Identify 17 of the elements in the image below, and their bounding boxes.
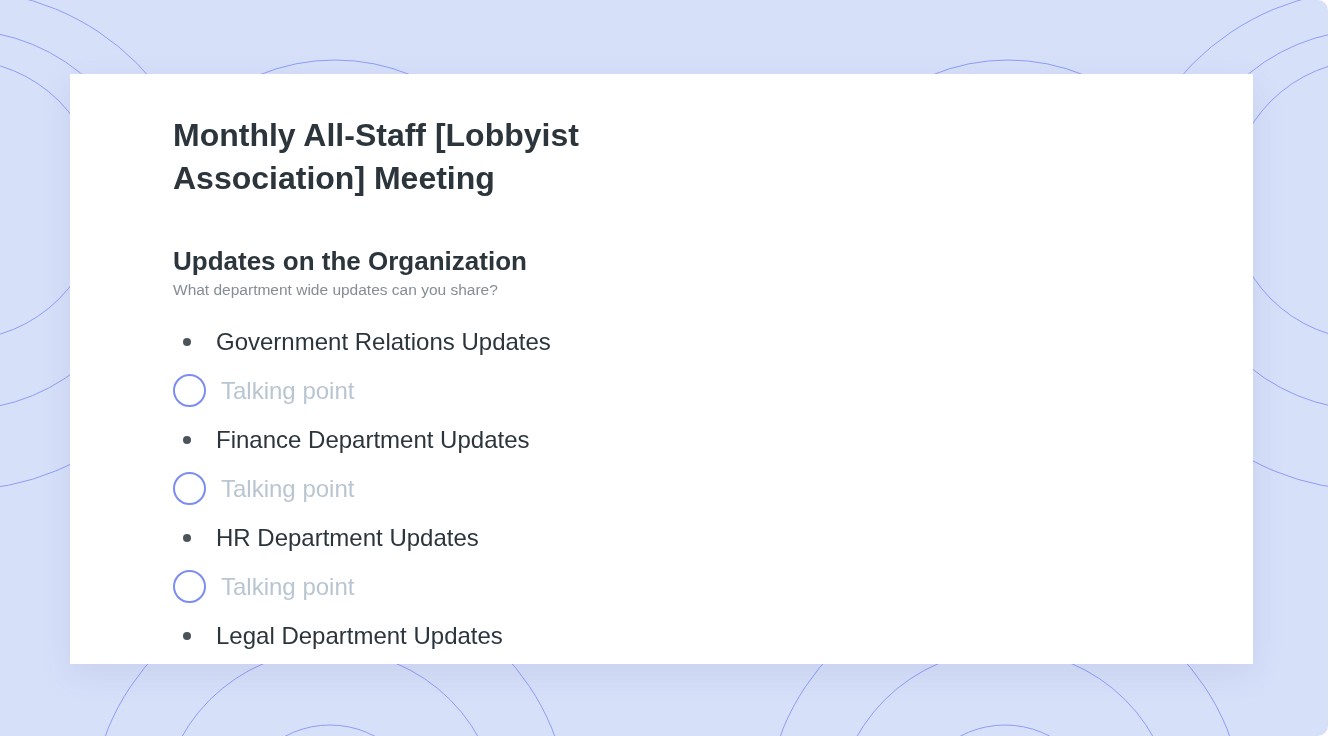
section-subtitle: What department wide updates can you share?: [173, 281, 499, 299]
topic-text: Finance Department Updates: [216, 425, 530, 454]
checkbox[interactable]: [173, 570, 206, 603]
talking-point-field[interactable]: Talking point: [221, 474, 521, 503]
checkbox[interactable]: [173, 374, 206, 407]
section-heading: Updates on the Organization: [173, 245, 528, 278]
bullet-icon: [183, 631, 191, 640]
bullet-icon: [183, 337, 191, 346]
topic-text: Legal Department Updates: [216, 621, 503, 650]
bullet-icon: [183, 435, 191, 444]
talking-point-field[interactable]: Talking point: [221, 572, 521, 601]
topic-text: Government Relations Updates: [216, 327, 551, 356]
talking-point-field[interactable]: Talking point: [221, 376, 521, 405]
meeting-title: Monthly All-Staff [Lobbyist Association] Meeting: [173, 116, 580, 198]
topic-text: HR Department Updates: [216, 523, 479, 552]
bullet-icon: [183, 533, 191, 542]
checkbox[interactable]: [173, 472, 206, 505]
